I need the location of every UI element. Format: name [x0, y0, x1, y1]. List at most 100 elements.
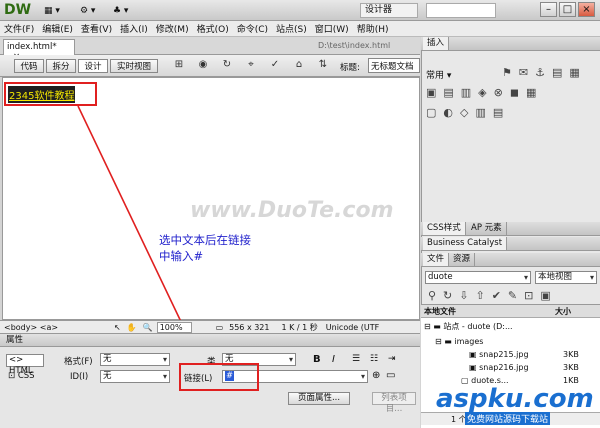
menu-file[interactable]: 文件(F)	[4, 22, 34, 35]
refresh-icon[interactable]: ↻	[220, 59, 234, 72]
site-select[interactable]: duote	[425, 271, 531, 284]
file-row[interactable]: ⊟ ▬ 站点 - duote (D:...	[421, 320, 600, 333]
gear-icon[interactable]: ⚙ ▾	[80, 4, 95, 17]
files-panel-header: 文件 资源	[421, 253, 600, 267]
document-tab[interactable]: index.html* ×	[3, 39, 75, 62]
menu-view[interactable]: 查看(V)	[81, 22, 112, 35]
menu-commands[interactable]: 命令(C)	[237, 22, 268, 35]
insert-icons-row-2[interactable]: ▣▤▥◈⊗◼▦	[426, 86, 543, 99]
split-view-button[interactable]: 拆分	[46, 59, 76, 73]
browse-folder-icon[interactable]: ▭	[386, 370, 395, 381]
files-header: 本地文件 大小	[421, 305, 600, 318]
tab-insert[interactable]: 插入	[423, 37, 450, 50]
html-mode-button[interactable]: <> HTML	[6, 354, 44, 376]
insert-category-label: 常用	[426, 71, 445, 81]
file-row[interactable]: ⊟ ▬ images	[421, 335, 600, 348]
inspect-icon[interactable]: ⊞	[172, 59, 186, 72]
title-label: 标题:	[340, 63, 360, 73]
menu-bar: 文件(F) 编辑(E) 查看(V) 插入(I) 修改(M) 格式(O) 命令(C…	[0, 21, 600, 37]
file-row[interactable]: ▣ snap216.jpg 3KB	[421, 361, 600, 374]
annotation-line-2: 中输入#	[159, 249, 204, 263]
aspku-watermark: aspku.com	[436, 384, 594, 414]
download-size: 1 K / 1 秒	[281, 322, 318, 332]
css-mode-button[interactable]: ⊡ CSS	[6, 371, 44, 384]
bc-panel-header: Business Catalyst	[421, 237, 600, 251]
format-select[interactable]: 无	[100, 353, 170, 366]
annotation-text: 选中文本后在链接 中输入#	[159, 232, 251, 264]
aspku-watermark-subtitle: 免费网站源码下载站	[465, 412, 551, 425]
file-row[interactable]: ▣ snap215.jpg 3KB	[421, 348, 600, 361]
pointer-tool-icon[interactable]: ↖	[114, 323, 121, 332]
watermark: www.DuoTe.com	[190, 198, 394, 223]
css-mode-label: CSS	[17, 371, 35, 381]
point-to-file-icon[interactable]: ⊕	[372, 370, 380, 381]
file-name: snap215.jpg	[479, 350, 529, 359]
document-path: D:\test\index.html	[318, 41, 391, 50]
close-button[interactable]: ×	[578, 2, 595, 17]
tab-files[interactable]: 文件	[423, 253, 450, 266]
title-input[interactable]: 无标题文档	[368, 58, 420, 73]
tab-ap-elements[interactable]: AP 元素	[467, 222, 507, 235]
ordered-list-icon[interactable]: ☷	[370, 354, 378, 364]
highlight-box-link	[179, 363, 259, 391]
minus-icon[interactable]: ⊟	[435, 337, 442, 346]
status-bar: <body> <a> ↖ ✋ 🔍 100% ▭ 556 x 321 1 K / …	[0, 320, 420, 334]
menu-edit[interactable]: 编辑(E)	[42, 22, 73, 35]
files-toolbar-icons[interactable]: ⚲↻⇩⇧✔✎⊡▣	[428, 289, 558, 302]
file-size: 3KB	[563, 363, 579, 372]
live-view-button[interactable]: 实时视图	[110, 59, 158, 73]
tab-assets[interactable]: 资源	[449, 253, 476, 266]
visual-aids-icon[interactable]: ⌖	[244, 59, 258, 72]
minimize-button[interactable]: –	[540, 2, 557, 17]
window-size-icon[interactable]: ▭	[216, 323, 224, 332]
search-input[interactable]	[426, 3, 496, 18]
tab-business-catalyst[interactable]: Business Catalyst	[423, 237, 508, 250]
folder-icon: ▬	[433, 322, 441, 331]
user-icon[interactable]: ♣ ▾	[113, 4, 128, 17]
menu-window[interactable]: 窗口(W)	[315, 22, 349, 35]
zoom-tool-icon[interactable]: 🔍	[143, 323, 153, 332]
file-name: snap216.jpg	[479, 363, 529, 372]
window-size[interactable]: 556 x 321	[229, 323, 269, 332]
unordered-list-icon[interactable]: ☰	[352, 354, 360, 364]
insert-category-select[interactable]: 常用 ▾	[426, 68, 451, 81]
minus-icon[interactable]: ⊟	[424, 322, 431, 331]
layout-menu-icon[interactable]: ▦ ▾	[44, 4, 60, 17]
menu-format[interactable]: 格式(O)	[197, 22, 229, 35]
id-label: ID(I)	[70, 372, 89, 382]
indent-icon[interactable]: ⇥	[388, 354, 396, 364]
tab-css-styles[interactable]: CSS样式	[423, 222, 466, 235]
annotation-line-1: 选中文本后在链接	[159, 233, 251, 247]
list-item-button[interactable]: 列表项目...	[372, 392, 416, 414]
menu-modify[interactable]: 修改(M)	[156, 22, 189, 35]
insert-icons-row-1[interactable]: ⚑✉⚓▤▦	[502, 66, 587, 79]
css-panel-header: CSS样式 AP 元素	[421, 222, 600, 236]
bold-button[interactable]: B	[313, 354, 321, 365]
menu-help[interactable]: 帮助(H)	[357, 22, 389, 35]
col-size[interactable]: 大小	[555, 305, 571, 318]
folder-icon: ▬	[444, 337, 452, 346]
format-label: 格式(F)	[64, 357, 93, 367]
id-select[interactable]: 无	[100, 370, 170, 383]
globe-icon[interactable]: ◉	[196, 59, 210, 72]
maximize-button[interactable]: □	[559, 2, 576, 17]
menu-site[interactable]: 站点(S)	[276, 22, 307, 35]
document-tab-label: index.html*	[7, 42, 57, 52]
properties-title: 属性	[0, 334, 420, 347]
browser-check-icon[interactable]: ⌂	[292, 59, 306, 72]
hand-tool-icon[interactable]: ✋	[127, 323, 137, 332]
design-view-button[interactable]: 设计	[78, 59, 108, 73]
tag-selector[interactable]: <body> <a>	[4, 323, 58, 332]
validate-icon[interactable]: ✓	[268, 59, 282, 72]
workspace-switcher[interactable]: 设计器	[360, 3, 418, 18]
col-local-files[interactable]: 本地文件	[424, 307, 456, 316]
zoom-select[interactable]: 100%	[156, 321, 192, 333]
file-management-icon[interactable]: ⇅	[316, 59, 330, 72]
code-view-button[interactable]: 代码	[14, 59, 44, 73]
menu-insert[interactable]: 插入(I)	[120, 22, 148, 35]
image-file-icon: ▣	[469, 350, 477, 359]
page-properties-button[interactable]: 页面属性...	[288, 392, 350, 405]
italic-button[interactable]: I	[332, 354, 335, 365]
insert-icons-row-3[interactable]: ▢◐◇▥▤	[426, 106, 510, 119]
view-select[interactable]: 本地视图	[535, 271, 597, 284]
